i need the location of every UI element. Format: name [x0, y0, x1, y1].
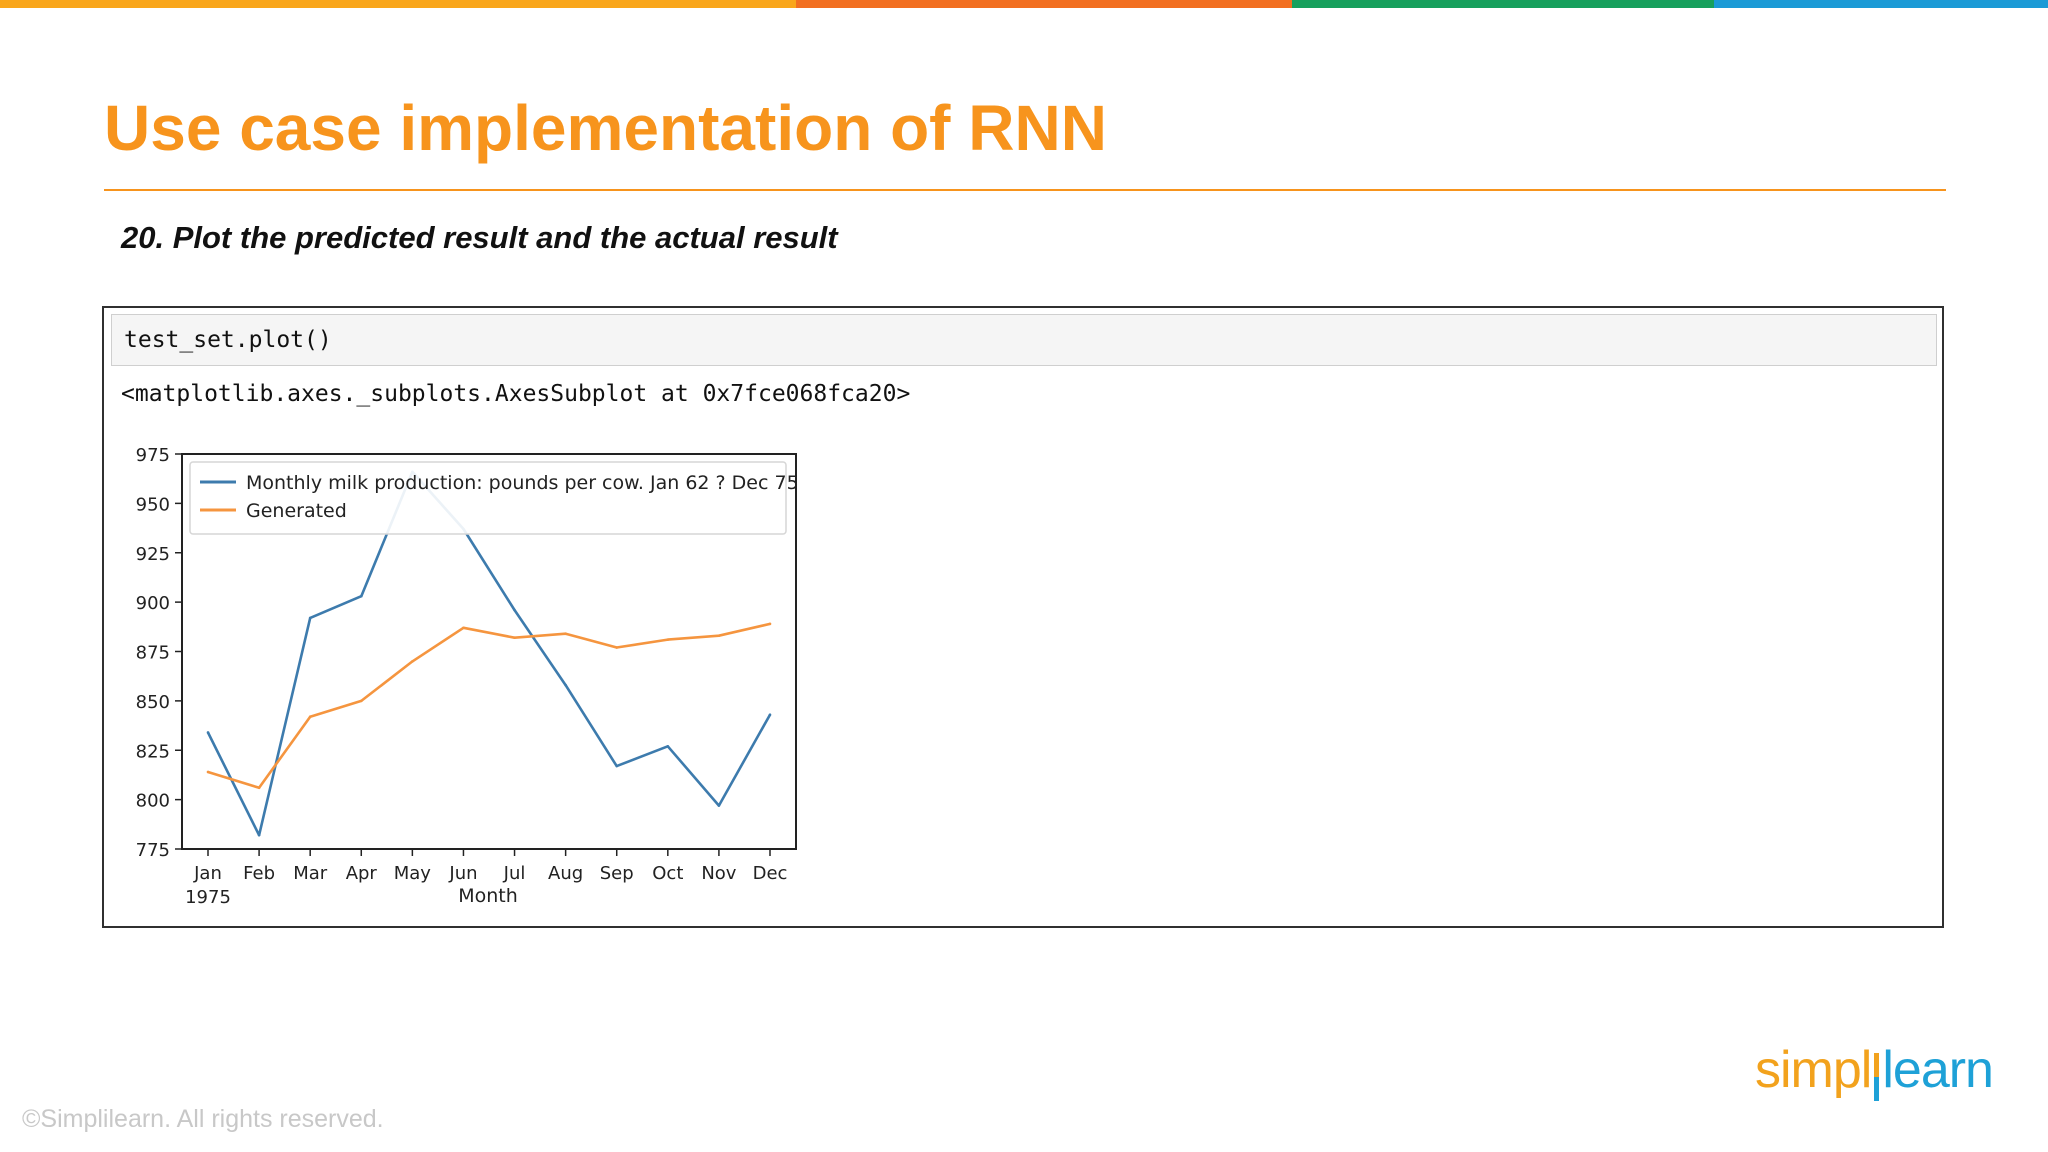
x-tick-label: Mar: [293, 863, 328, 884]
data-point: [615, 764, 619, 768]
x-tick-label: May: [394, 863, 432, 884]
copyright-text: ©Simplilearn. All rights reserved.: [22, 1105, 384, 1133]
x-tick-label: Jan: [193, 863, 222, 884]
code-input-cell[interactable]: test_set.plot(): [111, 314, 1937, 366]
x-tick-label: Feb: [243, 863, 275, 884]
data-point: [513, 636, 516, 639]
data-point: [359, 699, 363, 703]
y-tick-label: 850: [136, 692, 170, 713]
legend: Monthly milk production: pounds per cow.…: [189, 461, 799, 535]
data-point: [564, 683, 567, 687]
slide-title: Use case implementation of RNN: [104, 92, 1107, 164]
data-point: [513, 608, 516, 612]
data-point: [308, 616, 312, 620]
x-tick-label: Sep: [600, 863, 634, 884]
data-point: [666, 638, 670, 641]
y-tick-label: 950: [136, 494, 170, 515]
data-point: [615, 646, 619, 649]
y-tick-label: 875: [136, 643, 170, 664]
notebook-frame: test_set.plot() <matplotlib.axes._subplo…: [102, 306, 1944, 928]
data-point: [564, 632, 567, 636]
data-point: [206, 770, 210, 774]
data-point: [257, 786, 261, 790]
data-point: [308, 715, 312, 718]
legend-entry-2: Generated: [246, 500, 347, 522]
y-tick-label: 925: [136, 544, 170, 565]
y-tick-label: 825: [136, 741, 170, 762]
top-bar-segment-3: [1292, 0, 1714, 8]
data-point: [768, 713, 772, 716]
data-point: [666, 745, 670, 748]
data-point: [717, 804, 721, 807]
data-point: [411, 660, 414, 663]
y-tick-label: 975: [136, 445, 170, 466]
y-axis: 775 800 825 850 875 900 925 950 975: [136, 445, 182, 861]
data-point: [257, 833, 261, 837]
x-tick-label: Oct: [652, 863, 683, 884]
code-output-text: <matplotlib.axes._subplots.AxesSubplot a…: [121, 381, 911, 407]
x-tick-label: Apr: [346, 863, 378, 884]
line-chart: 775 800 825 850 875 900 925 950 975 Jan Feb Mar Apr…: [136, 445, 799, 908]
title-divider: [104, 189, 1946, 191]
data-point: [768, 622, 772, 626]
top-bar-segment-2: [796, 0, 1292, 8]
x-axis-label: Month: [458, 885, 518, 907]
y-tick-label: 900: [136, 593, 170, 614]
logo-i-bar: [1874, 1053, 1880, 1101]
y-tick-label: 775: [136, 840, 170, 861]
data-point: [717, 634, 721, 637]
x-tick-label: Jul: [503, 863, 526, 884]
top-color-bar: [0, 0, 2048, 8]
y-tick-label: 800: [136, 791, 170, 812]
data-point: [359, 594, 363, 598]
top-bar-segment-1: [0, 0, 796, 8]
logo-text-part2: learn: [1882, 1041, 1994, 1099]
x-tick-label: Nov: [701, 863, 736, 884]
legend-entry-1: Monthly milk production: pounds per cow.…: [246, 472, 799, 494]
x-year-label: 1975: [185, 887, 231, 908]
simplilearn-logo: simpl learn: [1755, 1040, 1994, 1101]
step-heading: 20. Plot the predicted result and the ac…: [121, 220, 838, 255]
x-tick-label: Aug: [548, 863, 583, 884]
logo-text-part1: simpl: [1755, 1041, 1872, 1099]
x-tick-label: Dec: [753, 863, 788, 884]
x-tick-label: Jun: [448, 863, 477, 884]
data-point: [462, 626, 465, 630]
data-point: [206, 731, 210, 734]
top-bar-segment-4: [1714, 0, 2048, 8]
